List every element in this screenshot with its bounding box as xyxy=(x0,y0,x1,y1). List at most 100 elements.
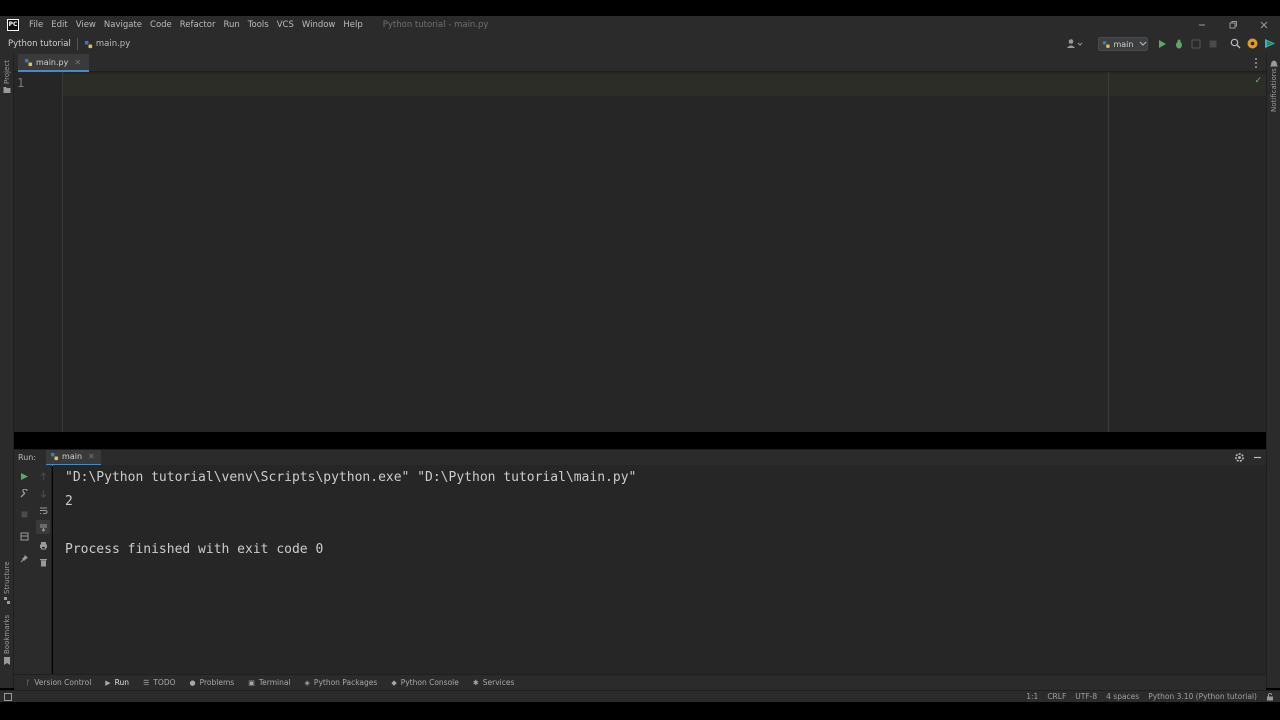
run-hide-button[interactable] xyxy=(1252,452,1263,463)
debug-button[interactable] xyxy=(1174,39,1184,49)
wrench-icon xyxy=(20,488,28,497)
pin-icon xyxy=(20,554,28,562)
line-separator[interactable]: CRLF xyxy=(1047,692,1066,701)
tool-tab-label: Services xyxy=(482,678,515,687)
tool-tab-todo[interactable]: ☰ TODO xyxy=(141,675,177,691)
stop-process-button[interactable] xyxy=(17,507,31,521)
minimize-icon xyxy=(1199,24,1205,26)
python-console-icon: ◆ xyxy=(391,678,397,687)
run-console-output[interactable]: "D:\Python tutorial\venv\Scripts\python.… xyxy=(53,465,1266,674)
menu-view[interactable]: View xyxy=(76,20,96,30)
restore-layout-button[interactable] xyxy=(17,529,31,543)
editor-tab-bar: main.py ✕ xyxy=(14,54,1266,72)
python-interpreter[interactable]: Python 3.10 (Python tutorial) xyxy=(1148,692,1257,701)
bookmarks-tool-button[interactable]: Bookmarks xyxy=(3,615,11,654)
menu-edit[interactable]: Edit xyxy=(51,20,67,30)
scroll-to-end-button[interactable] xyxy=(36,520,50,534)
structure-tool-button[interactable]: Structure xyxy=(3,561,11,594)
file-encoding[interactable]: UTF-8 xyxy=(1075,692,1097,701)
restore-button[interactable] xyxy=(1217,16,1249,34)
menu-run[interactable]: Run xyxy=(223,20,239,30)
menu-refactor[interactable]: Refactor xyxy=(180,20,216,30)
editor-options-button[interactable] xyxy=(1254,57,1258,69)
ide-updates-button[interactable] xyxy=(1247,38,1258,49)
play-icon: ▶ xyxy=(105,678,111,687)
stop-button[interactable] xyxy=(1208,39,1218,49)
tool-tab-label: Problems xyxy=(199,678,235,687)
pin-tab-button[interactable] xyxy=(17,551,31,565)
tool-tab-python-console[interactable]: ◆ Python Console xyxy=(389,675,461,691)
right-margin-guide xyxy=(1108,72,1109,432)
run-toolbar xyxy=(14,465,52,674)
menu-file[interactable]: File xyxy=(29,20,43,30)
code-editor[interactable]: ✓ xyxy=(63,72,1266,432)
editor-tab-label: main.py xyxy=(36,57,69,67)
jetbrains-ai-button[interactable] xyxy=(1264,38,1276,49)
tab-close-icon[interactable]: ✕ xyxy=(74,58,81,67)
tool-tab-run[interactable]: ▶ Run xyxy=(103,675,131,691)
restore-icon xyxy=(1229,21,1237,29)
notifications-tool-button[interactable]: Notifications xyxy=(1270,68,1278,112)
toggle-tool-windows-icon[interactable] xyxy=(4,693,12,701)
inspection-ok-checkmark-icon[interactable]: ✓ xyxy=(1254,76,1262,86)
tool-tab-services[interactable]: ✱ Services xyxy=(471,675,517,691)
tool-tab-problems[interactable]: ● Problems xyxy=(188,675,237,691)
tool-tab-terminal[interactable]: ▣ Terminal xyxy=(246,675,292,691)
minimize-icon xyxy=(1254,456,1261,459)
editor-tab-main-py[interactable]: main.py ✕ xyxy=(18,54,90,72)
coverage-icon xyxy=(1191,39,1201,49)
run-button[interactable] xyxy=(1157,39,1167,49)
run-settings-button[interactable] xyxy=(1234,452,1245,463)
breadcrumb-project[interactable]: Python tutorial xyxy=(8,39,71,49)
structure-icon xyxy=(4,597,10,604)
edit-config-button[interactable] xyxy=(17,486,31,500)
scroll-to-end-icon xyxy=(39,524,47,532)
menu-vcs[interactable]: VCS xyxy=(277,20,294,30)
menu-window[interactable]: Window xyxy=(302,20,336,30)
current-line-highlight xyxy=(63,74,1266,96)
bookmark-icon xyxy=(4,657,10,665)
trash-icon xyxy=(39,558,47,566)
folder-icon xyxy=(3,87,11,93)
tool-tab-python-packages[interactable]: ◈ Python Packages xyxy=(303,675,380,691)
stop-icon xyxy=(1209,40,1217,48)
print-button[interactable] xyxy=(36,538,50,552)
menu-tools[interactable]: Tools xyxy=(248,20,269,30)
lock-icon[interactable] xyxy=(1266,692,1274,701)
project-tool-button[interactable]: Project xyxy=(3,60,11,84)
bottom-tool-tabs: ᚴ Version Control ▶ Run ☰ TODO ● Problems ▣ T… xyxy=(14,674,1266,690)
run-tab-main[interactable]: main ✕ xyxy=(46,449,101,466)
minimize-button[interactable] xyxy=(1186,16,1218,34)
run-configuration-select[interactable]: main xyxy=(1098,37,1148,51)
menu-help[interactable]: Help xyxy=(343,20,362,30)
menu-navigate[interactable]: Navigate xyxy=(104,20,142,30)
scroll-up-button[interactable] xyxy=(36,469,50,483)
indent-setting[interactable]: 4 spaces xyxy=(1106,692,1139,701)
menu-code[interactable]: Code xyxy=(150,20,172,30)
tool-tab-version-control[interactable]: ᚴ Version Control xyxy=(24,675,93,691)
list-icon: ☰ xyxy=(143,678,150,687)
warning-circle-icon: ● xyxy=(189,678,196,687)
printer-icon xyxy=(39,541,47,549)
close-window-button[interactable] xyxy=(1248,16,1280,34)
tool-tab-label: Python Console xyxy=(400,678,459,687)
gear-icon xyxy=(1235,453,1244,462)
clear-all-button[interactable] xyxy=(36,555,50,569)
navigation-bar: Python tutorial main.py main xyxy=(0,34,1280,54)
run-window-label: Run: xyxy=(18,453,37,462)
editor-gutter: 1 xyxy=(14,72,63,432)
python-file-icon xyxy=(84,40,92,48)
soft-wrap-button[interactable] xyxy=(36,503,50,517)
search-everywhere-button[interactable] xyxy=(1230,38,1241,49)
scroll-down-button[interactable] xyxy=(36,486,50,500)
rerun-button[interactable] xyxy=(17,469,31,483)
run-tab-label: main xyxy=(62,452,83,461)
notifications-bell-icon xyxy=(1270,60,1278,67)
user-button[interactable] xyxy=(1066,38,1084,50)
run-tab-close-icon[interactable]: ✕ xyxy=(88,452,95,461)
packages-icon: ◈ xyxy=(304,678,310,687)
breadcrumb-file[interactable]: main.py xyxy=(84,39,130,49)
assistant-icon xyxy=(1265,39,1275,48)
coverage-button[interactable] xyxy=(1191,39,1201,49)
caret-position[interactable]: 1:1 xyxy=(1026,692,1038,701)
